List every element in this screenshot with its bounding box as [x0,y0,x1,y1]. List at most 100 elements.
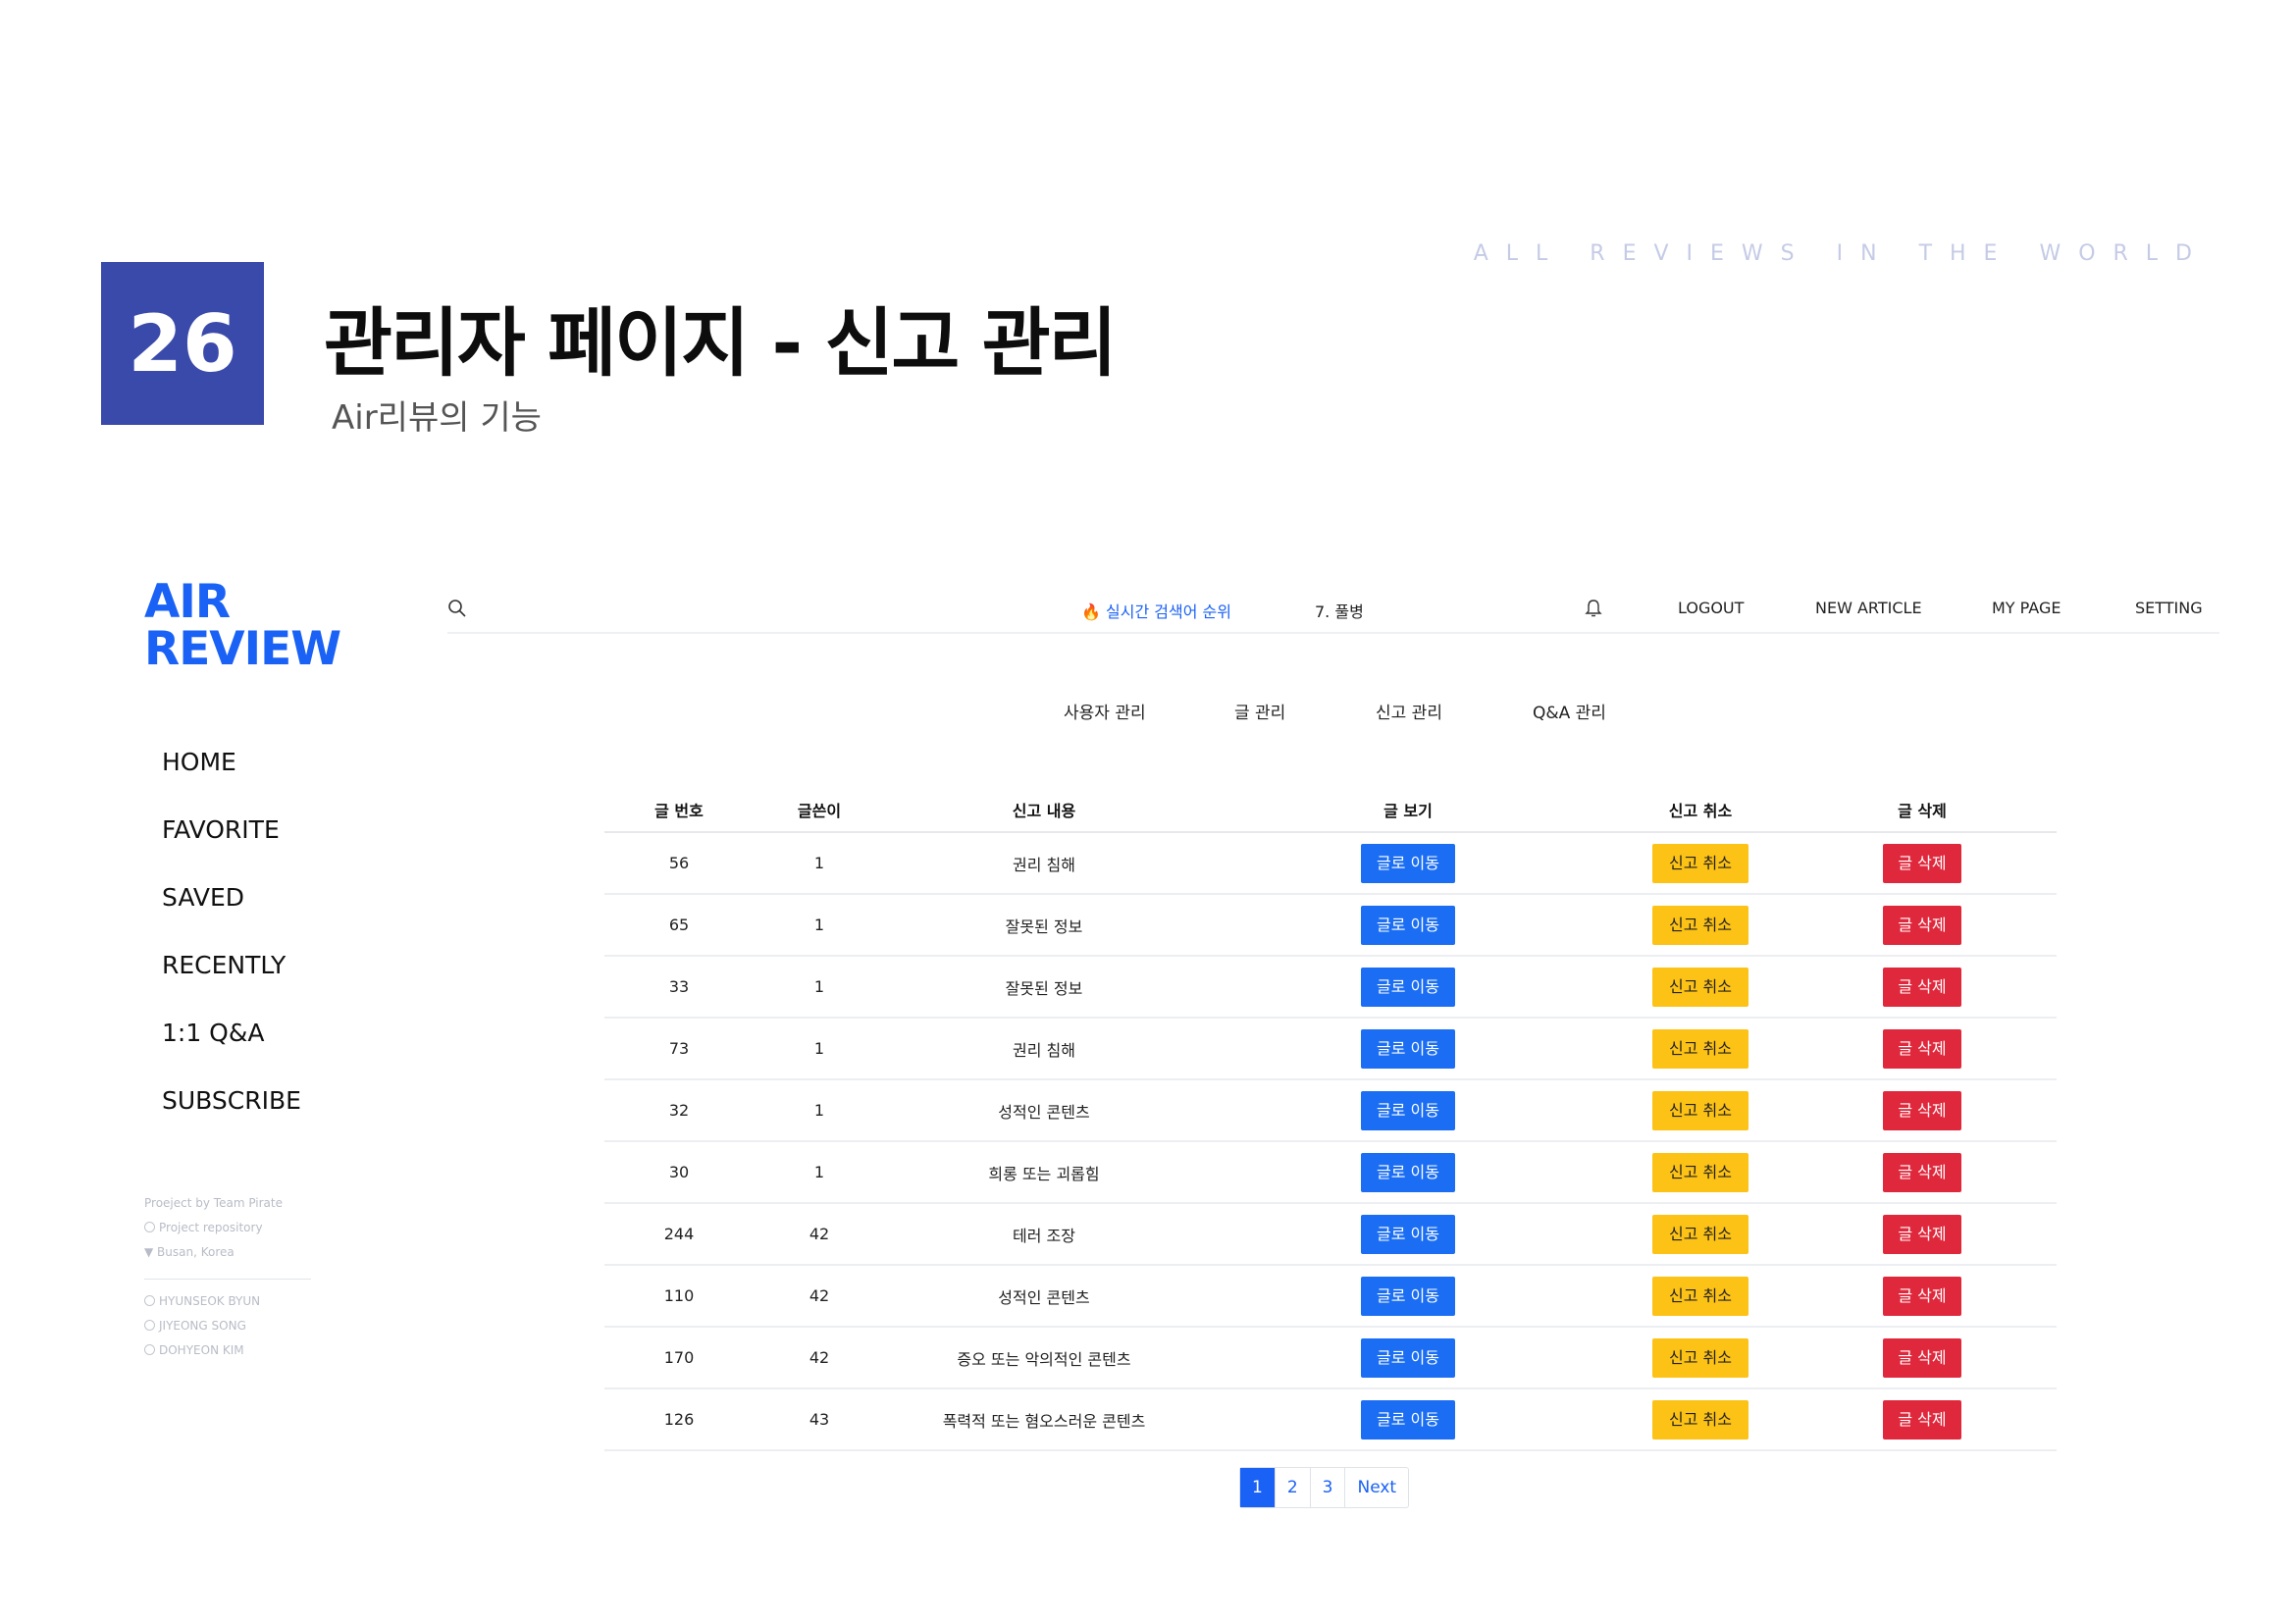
go-to-post-button[interactable]: 글로 이동 [1361,1276,1455,1316]
cancel-report-button[interactable]: 신고 취소 [1652,1090,1748,1130]
project-location: ▼ Busan, Korea [144,1240,311,1265]
location-pin-icon: ▼ [144,1245,158,1259]
go-to-post-button[interactable]: 글로 이동 [1361,1399,1455,1440]
trending-label: 실시간 검색어 순위 [1106,602,1231,621]
cell-reason: 희롱 또는 괴롭힘 [885,1141,1203,1204]
my-page-link[interactable]: MY PAGE [1992,599,2061,617]
cancel-report-button[interactable]: 신고 취소 [1652,1337,1748,1378]
cell-reason: 폭력적 또는 혐오스러운 콘텐츠 [885,1388,1203,1451]
page-button-1[interactable]: 1 [1240,1468,1276,1507]
trending-search[interactable]: 🔥 실시간 검색어 순위 [1081,599,1231,622]
cancel-report-button[interactable]: 신고 취소 [1652,1152,1748,1192]
cell-post-no: 56 [604,832,754,895]
github-icon [144,1295,155,1306]
header-view: 글 보기 [1203,787,1613,833]
fire-icon: 🔥 [1081,602,1101,621]
table-row: 244 42 테러 조장 글로 이동 신고 취소 글 삭제 [604,1203,2057,1266]
cancel-report-button[interactable]: 신고 취소 [1652,967,1748,1007]
delete-post-button[interactable]: 글 삭제 [1883,905,1961,945]
sidebar-nav: HOME FAVORITE SAVED RECENTLY 1:1 Q&A SUB… [162,748,301,1154]
cell-post-no: 110 [604,1265,754,1328]
cell-reason: 잘못된 정보 [885,956,1203,1019]
cell-reason: 성적인 콘텐츠 [885,1079,1203,1142]
slide-tagline: ALL REVIEWS IN THE WORLD [1473,241,2210,266]
sidebar-item-saved[interactable]: SAVED [162,883,301,951]
app-logo[interactable]: AIR REVIEW [144,579,341,673]
tab-report-management[interactable]: 신고 관리 [1376,699,1442,723]
table-row: 32 1 성적인 콘텐츠 글로 이동 신고 취소 글 삭제 [604,1079,2057,1142]
sidebar-item-subscribe[interactable]: SUBSCRIBE [162,1086,301,1154]
cancel-report-button[interactable]: 신고 취소 [1652,905,1748,945]
project-repo-link[interactable]: Project repository [144,1216,311,1240]
pagination: 1 2 3 Next [1239,1467,1410,1508]
go-to-post-button[interactable]: 글로 이동 [1361,1028,1455,1069]
member-name: HYUNSEOK BYUN [159,1294,261,1308]
cell-reason: 증오 또는 악의적인 콘텐츠 [885,1327,1203,1389]
cancel-report-button[interactable]: 신고 취소 [1652,1399,1748,1440]
cancel-report-button[interactable]: 신고 취소 [1652,843,1748,883]
delete-post-button[interactable]: 글 삭제 [1883,1276,1961,1316]
sidebar-item-qna[interactable]: 1:1 Q&A [162,1019,301,1086]
cancel-report-button[interactable]: 신고 취소 [1652,1276,1748,1316]
tab-qna-management[interactable]: Q&A 관리 [1533,699,1606,723]
sidebar-item-favorite[interactable]: FAVORITE [162,815,301,883]
cancel-report-button[interactable]: 신고 취소 [1652,1028,1748,1069]
table-header-row: 글 번호 글쓴이 신고 내용 글 보기 신고 취소 글 삭제 [604,787,2057,833]
location-label: Busan, Korea [157,1245,235,1259]
table-row: 126 43 폭력적 또는 혐오스러운 콘텐츠 글로 이동 신고 취소 글 삭제 [604,1388,2057,1451]
go-to-post-button[interactable]: 글로 이동 [1361,905,1455,945]
page-button-2[interactable]: 2 [1276,1468,1311,1507]
member-link[interactable]: HYUNSEOK BYUN [144,1289,311,1314]
delete-post-button[interactable]: 글 삭제 [1883,1337,1961,1378]
go-to-post-button[interactable]: 글로 이동 [1361,1214,1455,1254]
setting-link[interactable]: SETTING [2135,599,2203,617]
delete-post-button[interactable]: 글 삭제 [1883,1152,1961,1192]
page-button-3[interactable]: 3 [1311,1468,1346,1507]
admin-tabs: 사용자 관리 글 관리 신고 관리 Q&A 관리 [0,699,2296,728]
cell-reason: 권리 침해 [885,832,1203,895]
tab-user-management[interactable]: 사용자 관리 [1064,699,1146,723]
cell-reason: 권리 침해 [885,1018,1203,1080]
next-page-button[interactable]: Next [1345,1468,1408,1507]
sidebar-item-recently[interactable]: RECENTLY [162,951,301,1019]
go-to-post-button[interactable]: 글로 이동 [1361,1090,1455,1130]
footer-divider [144,1279,311,1280]
delete-post-button[interactable]: 글 삭제 [1883,843,1961,883]
go-to-post-button[interactable]: 글로 이동 [1361,1337,1455,1378]
table-row: 56 1 권리 침해 글로 이동 신고 취소 글 삭제 [604,832,2057,895]
member-link[interactable]: JIYEONG SONG [144,1314,311,1338]
table-row: 110 42 성적인 콘텐츠 글로 이동 신고 취소 글 삭제 [604,1265,2057,1328]
member-link[interactable]: DOHYEON KIM [144,1338,311,1363]
new-article-link[interactable]: NEW ARTICLE [1815,599,1922,617]
table-row: 73 1 권리 침해 글로 이동 신고 취소 글 삭제 [604,1018,2057,1080]
tab-post-management[interactable]: 글 관리 [1234,699,1285,723]
logout-link[interactable]: LOGOUT [1678,599,1744,617]
delete-post-button[interactable]: 글 삭제 [1883,1399,1961,1440]
cell-author: 1 [754,894,885,957]
cell-author: 1 [754,956,885,1019]
member-name: JIYEONG SONG [159,1319,246,1333]
bell-icon[interactable] [1584,599,1603,618]
slide-subtitle: Air리뷰의 기능 [332,398,542,438]
table-row: 30 1 희롱 또는 괴롭힘 글로 이동 신고 취소 글 삭제 [604,1141,2057,1204]
report-table: 글 번호 글쓴이 신고 내용 글 보기 신고 취소 글 삭제 56 1 권리 침… [604,787,2057,1451]
go-to-post-button[interactable]: 글로 이동 [1361,1152,1455,1192]
delete-post-button[interactable]: 글 삭제 [1883,1090,1961,1130]
table-row: 33 1 잘못된 정보 글로 이동 신고 취소 글 삭제 [604,956,2057,1019]
trending-item[interactable]: 7. 풀병 [1315,599,1364,622]
cell-reason: 성적인 콘텐츠 [885,1265,1203,1328]
header-delete: 글 삭제 [1788,787,2057,833]
search-icon[interactable] [447,599,467,618]
cancel-report-button[interactable]: 신고 취소 [1652,1214,1748,1254]
delete-post-button[interactable]: 글 삭제 [1883,1214,1961,1254]
go-to-post-button[interactable]: 글로 이동 [1361,967,1455,1007]
delete-post-button[interactable]: 글 삭제 [1883,967,1961,1007]
sidebar-item-home[interactable]: HOME [162,748,301,815]
slide-title: 관리자 페이지 - 신고 관리 [324,299,1118,387]
go-to-post-button[interactable]: 글로 이동 [1361,843,1455,883]
cell-reason: 잘못된 정보 [885,894,1203,957]
github-icon [144,1320,155,1331]
github-icon [144,1222,155,1232]
delete-post-button[interactable]: 글 삭제 [1883,1028,1961,1069]
cell-post-no: 126 [604,1388,754,1451]
